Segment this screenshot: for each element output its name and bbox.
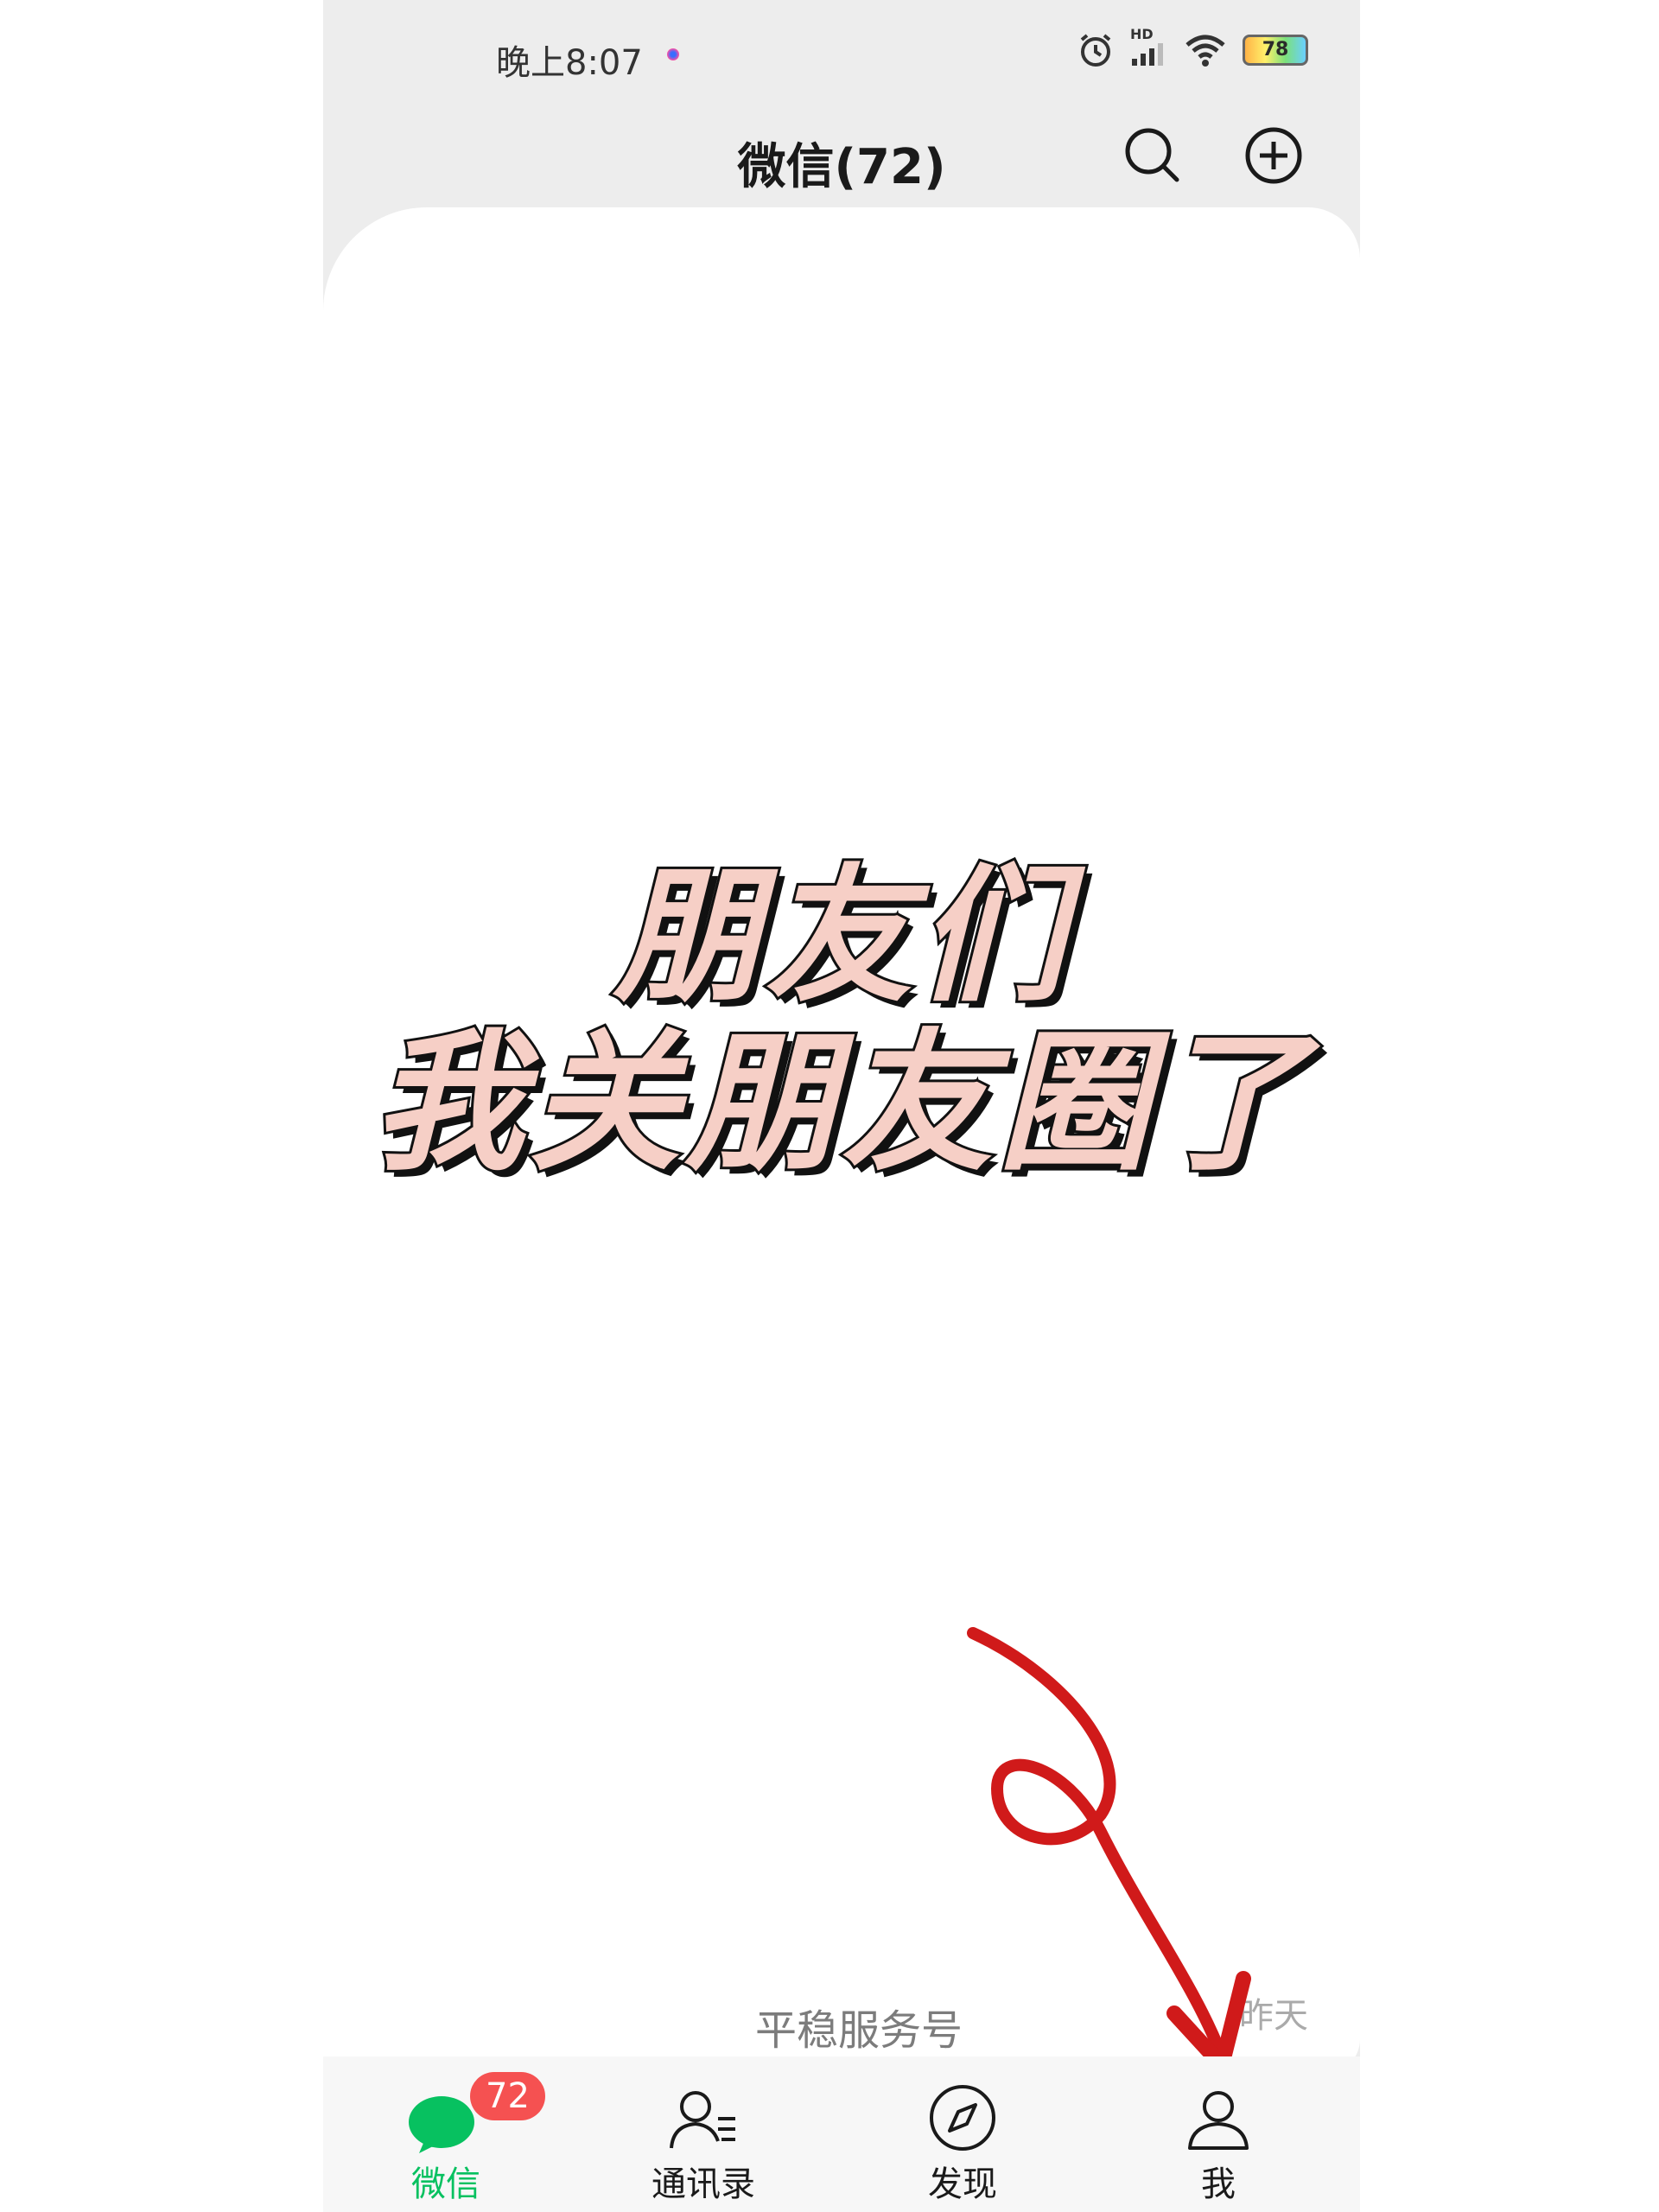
page-title: 微信(72) [737, 139, 946, 195]
tab-label: 微信 [411, 2164, 480, 2204]
status-icons: HD 78 [1077, 26, 1308, 74]
headline-line-2: 我关朋友圈了 [370, 1014, 1311, 1194]
plus-circle-icon[interactable] [1239, 121, 1308, 190]
alarm-icon [1080, 34, 1111, 67]
battery-level: 78 [1262, 39, 1289, 60]
signal-icon: HD [1130, 26, 1168, 69]
compass-icon [930, 2085, 995, 2151]
notification-dot-icon [667, 48, 679, 60]
person-icon [1188, 2091, 1249, 2150]
tab-contacts[interactable]: 通讯录 [617, 2056, 790, 2212]
tab-label: 我 [1201, 2164, 1236, 2204]
bottom-tab-bar: 72 微信 通讯录 发现 我 [323, 2056, 1360, 2212]
unread-badge: 72 [470, 2072, 545, 2120]
wifi-icon [1185, 35, 1225, 67]
search-icon[interactable] [1118, 121, 1187, 190]
tab-weixin[interactable]: 72 微信 [359, 2056, 545, 2212]
battery-icon: 78 [1243, 35, 1308, 66]
status-time: 晚上8:07 [496, 43, 643, 83]
tab-label: 发现 [928, 2164, 997, 2204]
tab-discover[interactable]: 发现 [876, 2056, 1049, 2212]
tab-label: 通讯录 [652, 2164, 755, 2204]
chat-time-fragment: 昨天 [1239, 1996, 1308, 2036]
chat-list-fragment: 平稳服务号 [755, 2006, 963, 2055]
tab-me[interactable]: 我 [1132, 2056, 1305, 2212]
contacts-icon [670, 2091, 735, 2149]
phone-screen: 晚上8:07 HD 78 微信(72) 平稳服务号 昨天 朋友们 我关朋友圈了 … [323, 0, 1360, 2212]
